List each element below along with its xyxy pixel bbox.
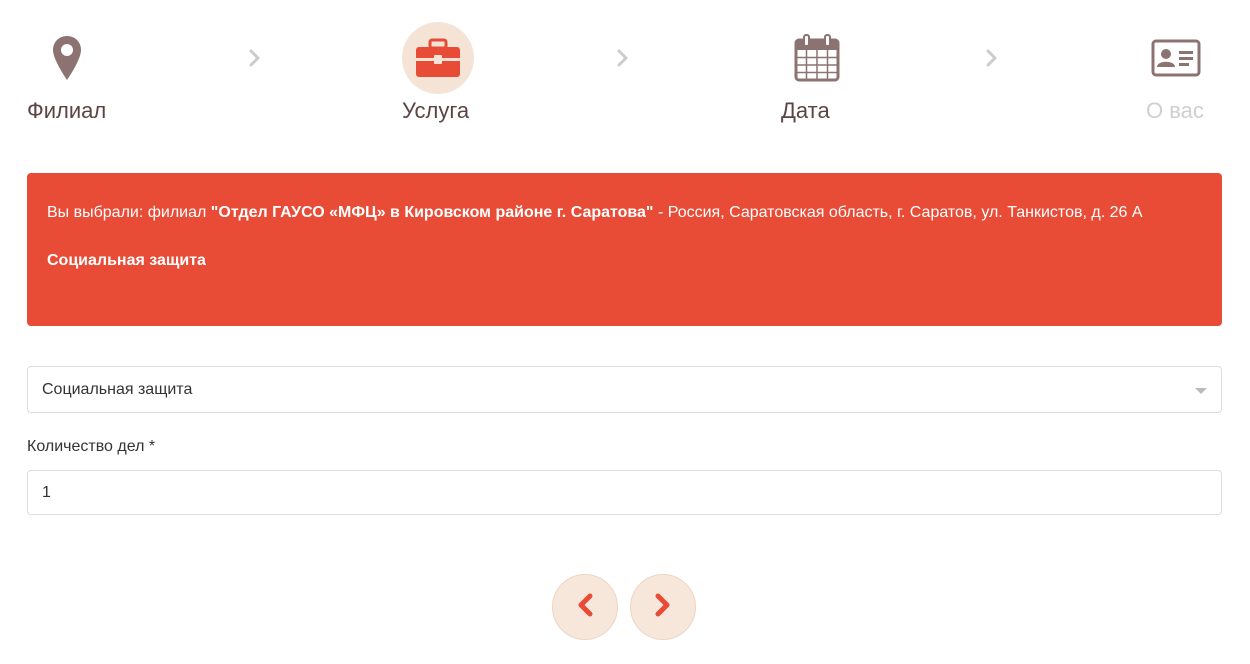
service-select[interactable]: Социальная защита [27, 366, 1222, 413]
count-label: Количество дел * [27, 438, 156, 455]
map-marker-icon [31, 22, 103, 94]
prev-button[interactable] [552, 574, 618, 640]
chevron-right-icon [654, 593, 672, 622]
briefcase-icon [402, 22, 474, 94]
step-label: Филиал [27, 98, 107, 123]
caret-down-icon[interactable] [1195, 388, 1207, 394]
step-label: Дата [781, 98, 830, 123]
alert-branch: "Отдел ГАУСО «МФЦ» в Кировском районе г.… [210, 204, 654, 221]
alert-service: Социальная защита [47, 252, 206, 269]
id-card-icon [1140, 22, 1212, 94]
calendar-icon [781, 22, 853, 94]
selection-summary: Вы выбрали: филиал "Отдел ГАУСО «МФЦ» в … [47, 200, 1202, 226]
step-label: О вас [1146, 98, 1204, 123]
chevron-right-icon [983, 47, 1001, 69]
service-select-value: Социальная защита [42, 380, 193, 398]
chevron-right-icon [246, 47, 264, 69]
step-label: Услуга [402, 98, 470, 123]
next-button[interactable] [630, 574, 696, 640]
count-input[interactable] [27, 470, 1222, 515]
alert-prefix: Вы выбрали: филиал [47, 204, 211, 221]
chevron-left-icon [576, 593, 594, 622]
alert-address: - Россия, Саратовская область, г. Сарато… [653, 204, 1143, 221]
chevron-right-icon [614, 47, 632, 69]
wizard-steps: Филиал Услуга Дата О вас [0, 0, 1250, 140]
selection-alert: Вы выбрали: филиал "Отдел ГАУСО «МФЦ» в … [27, 173, 1222, 326]
